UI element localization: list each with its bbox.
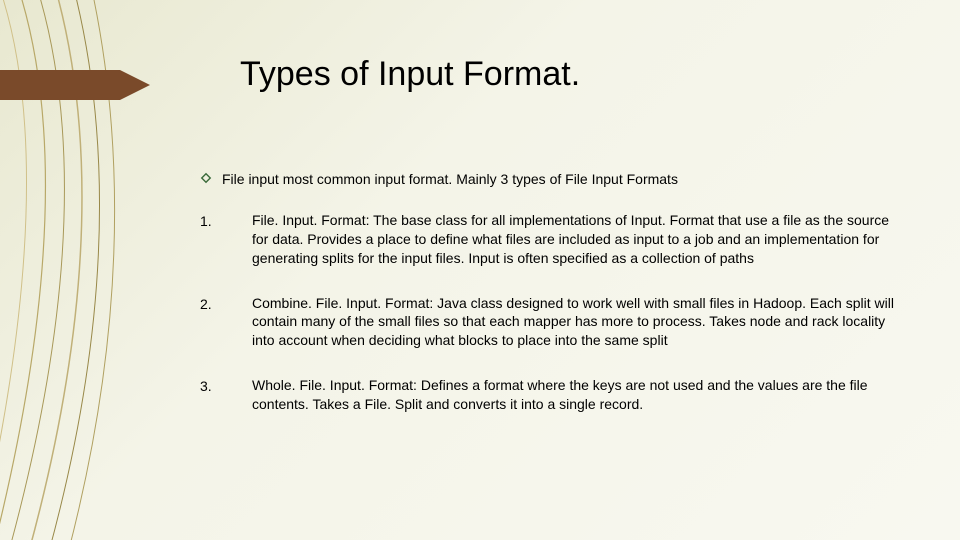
list-item: 1. File. Input. Format: The base class f… (200, 211, 900, 268)
diamond-bullet-icon (200, 172, 212, 184)
item-text: Whole. File. Input. Format: Defines a fo… (252, 376, 900, 414)
list-item: 3. Whole. File. Input. Format: Defines a… (200, 376, 900, 414)
slide-body: File input most common input format. Mai… (200, 170, 900, 440)
item-text: File. Input. Format: The base class for … (252, 211, 900, 268)
item-number: 1. (200, 211, 224, 231)
intro-bullet: File input most common input format. Mai… (200, 170, 900, 189)
intro-text: File input most common input format. Mai… (222, 170, 678, 189)
slide-title: Types of Input Format. (240, 55, 580, 94)
accent-bar (0, 70, 120, 100)
slide: Types of Input Format. File input most c… (0, 0, 960, 540)
item-number: 2. (200, 294, 224, 314)
list-item: 2. Combine. File. Input. Format: Java cl… (200, 294, 900, 351)
item-number: 3. (200, 376, 224, 396)
item-text: Combine. File. Input. Format: Java class… (252, 294, 900, 351)
